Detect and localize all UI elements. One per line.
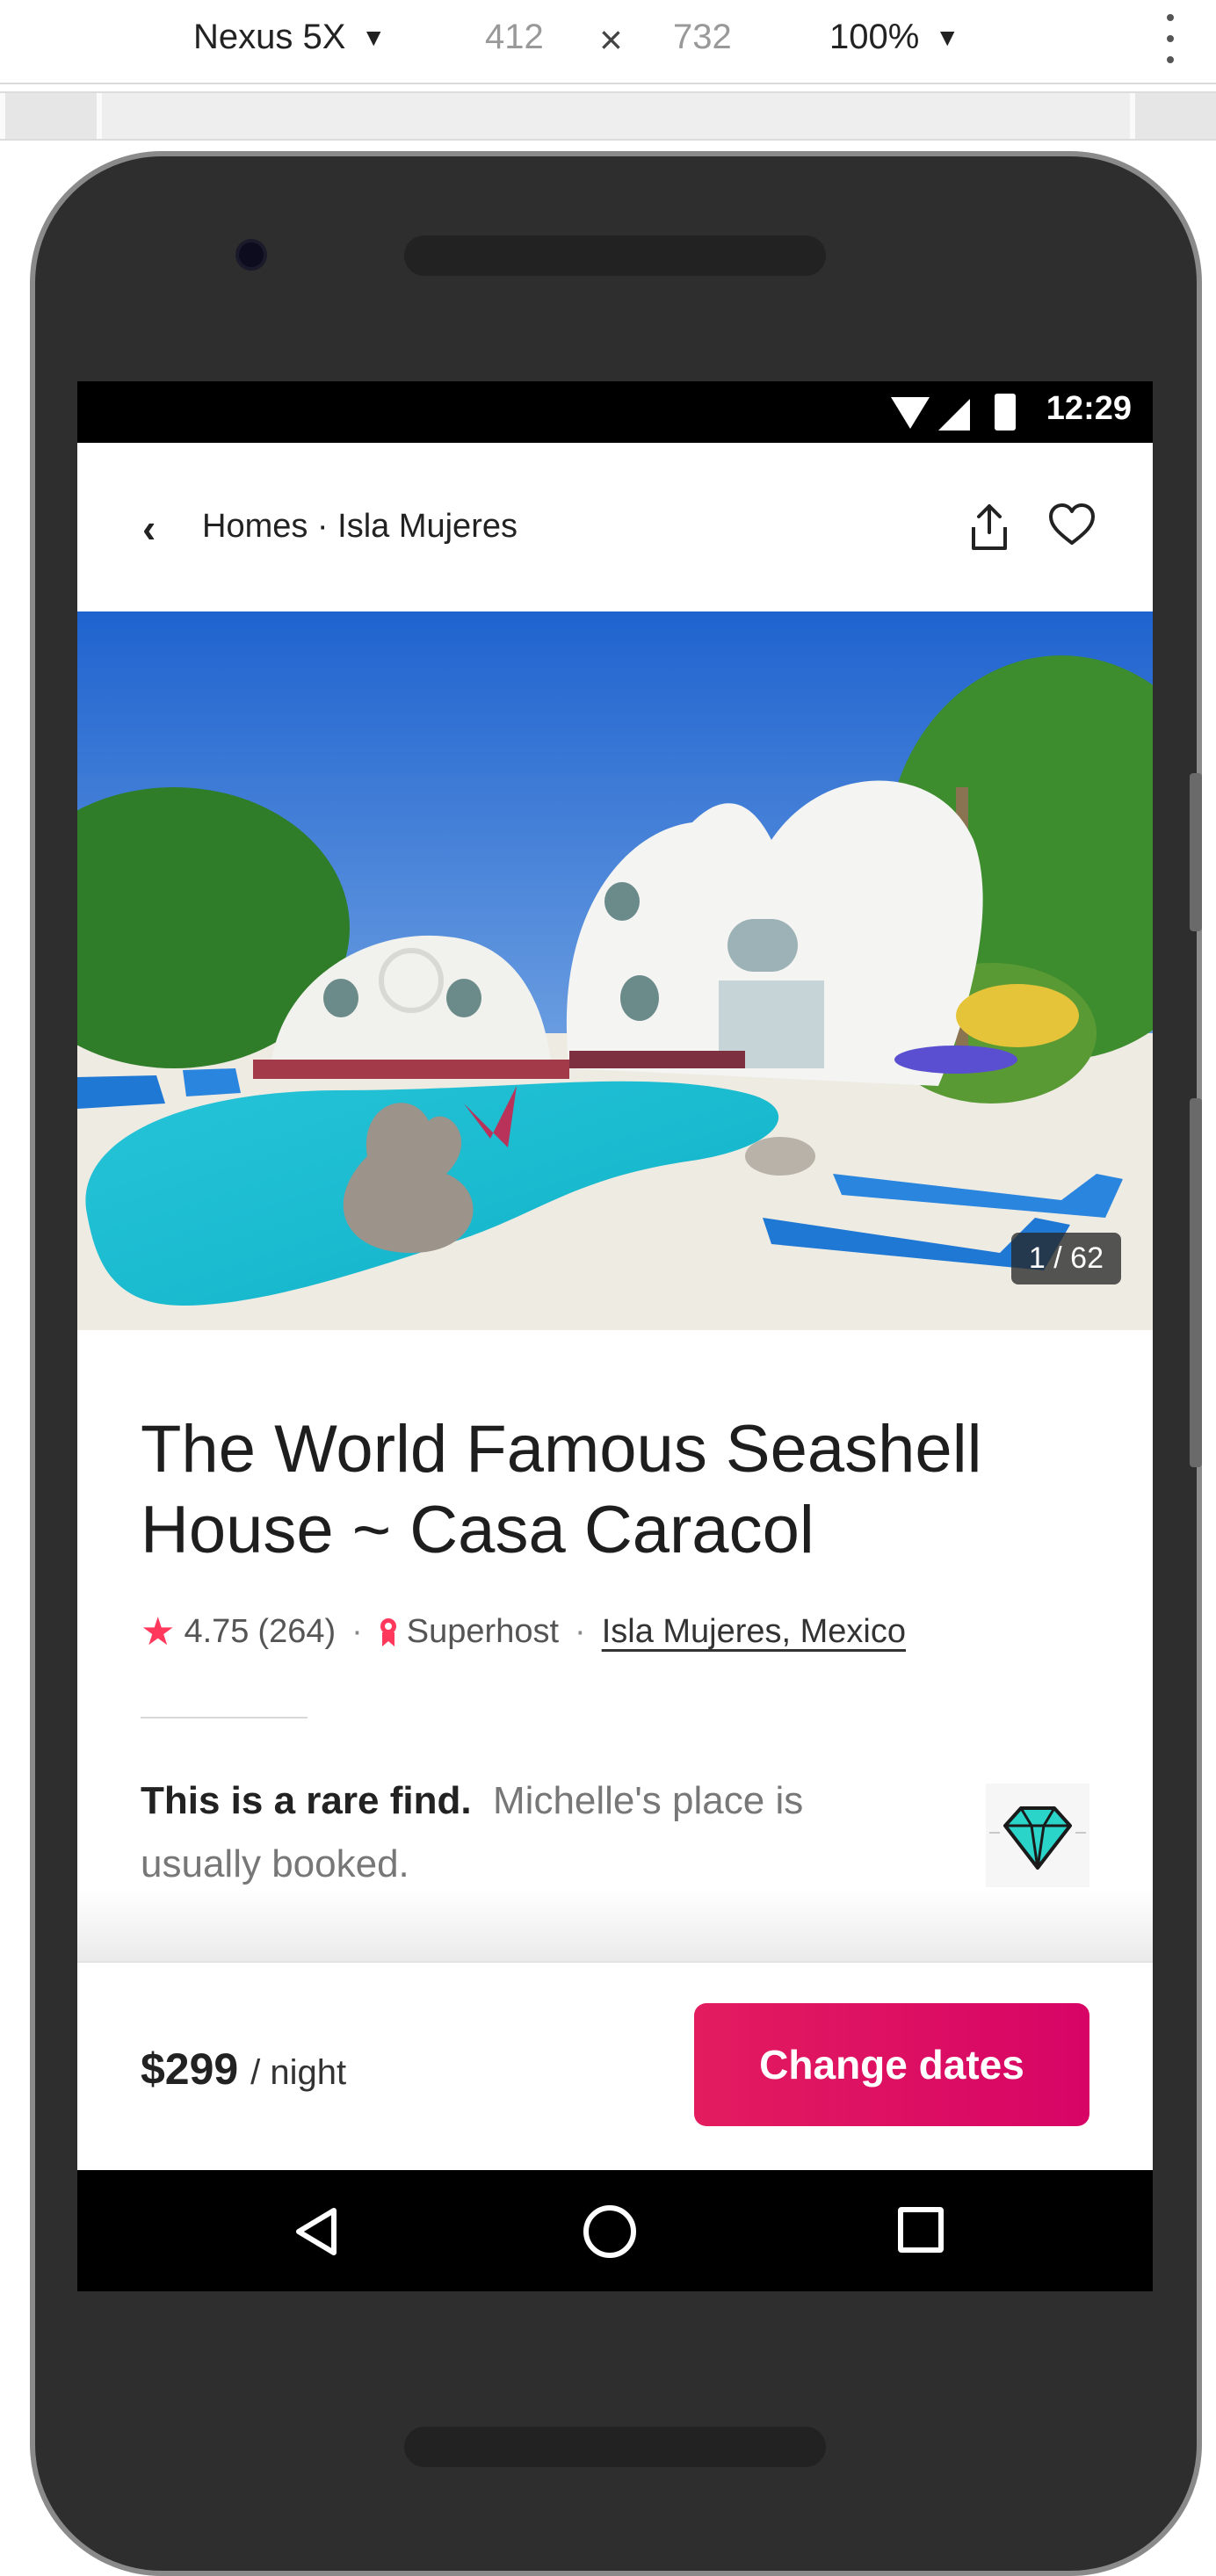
bottom-speaker [404,2427,826,2467]
heart-icon[interactable] [1047,501,1097,550]
section-divider [141,1717,308,1719]
photo-counter: 1 / 62 [1010,1233,1121,1284]
back-arrow-icon[interactable]: ‹ [142,504,156,552]
phone-screen: 12:29 ‹ Homes · Isla Mujeres 1 / 62 The … [77,381,1153,2291]
zoom-value: 100% [829,18,920,56]
zoom-select[interactable]: 100% ▼ [829,18,959,57]
diamond-icon [986,1784,1089,1887]
nav-recents-icon[interactable] [898,2207,944,2253]
separator-dot: · [575,1613,586,1650]
earpiece-speaker [404,235,826,276]
nav-home-icon[interactable] [583,2205,636,2258]
caret-down-icon: ▼ [935,23,960,51]
app-bar: ‹ Homes · Isla Mujeres [77,443,1153,611]
wifi-icon [891,397,930,429]
battery-icon [995,394,1016,431]
seashell-house-photo [77,611,1153,1330]
review-count[interactable]: (264) [257,1613,336,1651]
separator-dot: · [351,1613,363,1650]
android-nav-bar [77,2170,1153,2291]
ruler-segment[interactable] [1130,93,1216,139]
listing-meta: ★ 4.75 (264) · Superhost · Isla Mujeres,… [141,1610,906,1654]
device-select[interactable]: Nexus 5X ▼ [193,18,386,57]
status-time: 12:29 [1046,390,1132,427]
rare-find-text: This is a rare find. Michelle's place is… [141,1769,931,1896]
nightly-price: $299 / night [141,2044,346,2095]
superhost-label: Superhost [406,1613,560,1650]
superhost-icon [379,1617,398,1648]
per-night-label: / night [250,2053,347,2092]
more-options-icon[interactable] [1162,14,1179,63]
device-name: Nexus 5X [193,18,346,56]
signal-icon [938,399,970,431]
breadcrumb[interactable]: Homes · Isla Mujeres [202,508,518,546]
media-query-ruler [0,91,1216,141]
viewport-height[interactable]: 732 [673,18,732,57]
ruler-segment[interactable] [97,93,1130,139]
devtools-toolbar: Nexus 5X ▼ 412 × 732 100% ▼ [0,0,1216,84]
rare-find-heading: This is a rare find. [141,1779,472,1822]
status-bar: 12:29 [77,381,1153,443]
rating-value: 4.75 [184,1613,250,1650]
viewport-width[interactable]: 412 [485,18,544,57]
volume-button [1190,773,1202,931]
front-camera [235,239,267,271]
listing-title: The World Famous Seashell House ~ Casa C… [141,1412,982,1567]
share-icon[interactable] [966,501,1012,554]
change-dates-button[interactable]: Change dates [694,2003,1089,2126]
caret-down-icon: ▼ [361,23,387,51]
listing-photo[interactable]: 1 / 62 [77,611,1153,1330]
scroll-fade [77,1889,1153,1963]
times-icon: × [599,17,623,62]
nav-back-icon[interactable] [290,2203,346,2260]
booking-bar: $299 / night Change dates [77,1961,1153,2172]
location-link[interactable]: Isla Mujeres, Mexico [602,1613,906,1651]
price-value: $299 [141,2044,239,2094]
star-icon: ★ [141,1610,176,1653]
power-button [1190,1098,1202,1467]
ruler-segment[interactable] [0,93,97,139]
